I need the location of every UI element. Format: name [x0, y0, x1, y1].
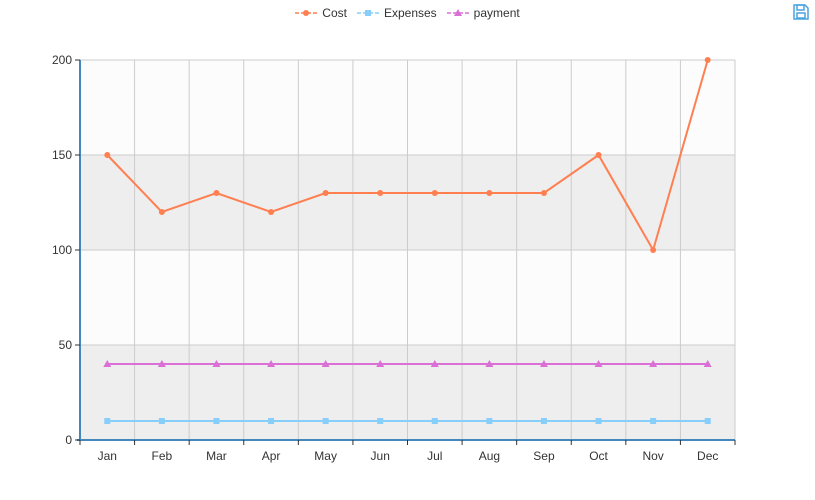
data-point-cost [377, 190, 384, 196]
data-point-cost [104, 152, 111, 158]
x-tick-label: Feb [152, 449, 173, 463]
data-point-expenses [377, 418, 384, 424]
y-tick-label: 200 [52, 53, 72, 67]
y-tick-label: 50 [59, 338, 73, 352]
data-point-expenses [158, 418, 165, 424]
data-point-cost [268, 209, 275, 215]
data-point-expenses [268, 418, 275, 424]
data-point-expenses [595, 418, 602, 424]
data-point-cost [486, 190, 493, 196]
data-point-cost [158, 209, 165, 215]
x-tick-label: Apr [262, 449, 281, 463]
y-tick-label: 0 [65, 433, 72, 447]
x-tick-label: Dec [697, 449, 718, 463]
data-point-cost [595, 152, 602, 158]
data-point-expenses [704, 418, 711, 424]
y-tick-label: 150 [52, 148, 72, 162]
data-point-expenses [322, 418, 329, 424]
x-tick-label: Mar [206, 449, 227, 463]
x-tick-label: Nov [642, 449, 663, 463]
data-point-expenses [431, 418, 438, 424]
data-point-expenses [213, 418, 220, 424]
data-point-cost [322, 190, 329, 196]
data-point-expenses [104, 418, 111, 424]
x-tick-label: Sep [533, 449, 555, 463]
x-tick-label: Jan [98, 449, 117, 463]
x-tick-label: Aug [479, 449, 500, 463]
data-point-expenses [540, 418, 547, 424]
data-point-cost [431, 190, 438, 196]
data-point-cost [704, 57, 711, 63]
x-tick-label: May [314, 449, 337, 463]
data-point-expenses [650, 418, 657, 424]
x-tick-label: Jul [427, 449, 442, 463]
y-tick-label: 100 [52, 243, 72, 257]
x-tick-label: Jun [371, 449, 390, 463]
data-point-cost [540, 190, 547, 196]
data-point-cost [213, 190, 220, 196]
data-point-cost [650, 247, 657, 253]
line-chart: 0 50 100 150 200 Jan Feb Mar Apr May Jun Jul Aug Sep O… [52, 53, 736, 463]
x-tick-label: Oct [589, 449, 608, 463]
data-point-expenses [486, 418, 493, 424]
